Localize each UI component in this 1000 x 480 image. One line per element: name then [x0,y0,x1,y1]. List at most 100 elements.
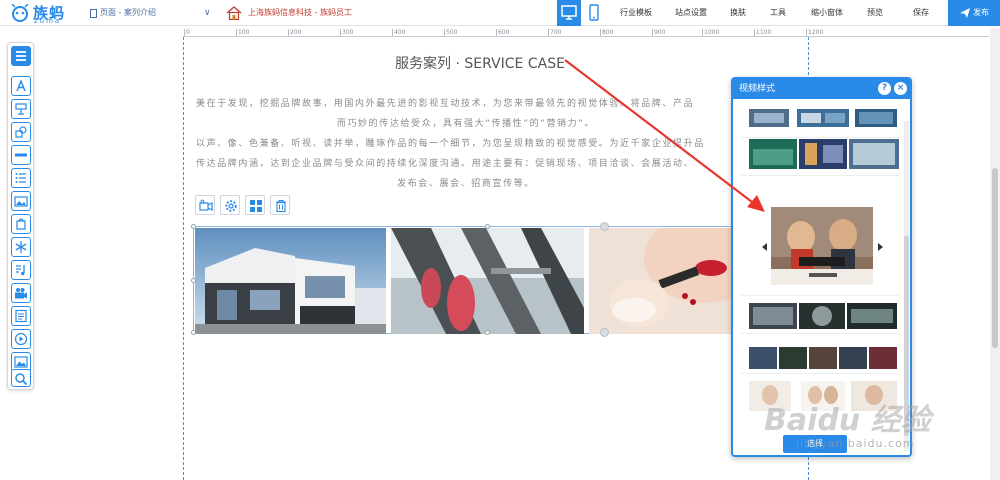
ruler-tick: 1000 [701,29,720,36]
tool-list-items[interactable] [11,168,31,188]
intro-paragraph-line[interactable]: 发布会、展会、招商宣传等。 [196,176,736,189]
menu-site-settings[interactable]: 站点设置 [667,0,715,26]
row-divider [741,333,899,334]
site-name-label: 上海族蚂信息科技 - 族蚂员工 [248,8,352,17]
tool-list[interactable] [11,46,31,66]
row-divider [741,137,899,138]
tool-divider[interactable] [11,145,31,165]
help-icon[interactable]: ? [878,82,891,95]
confirm-button[interactable]: 选择 [783,435,847,453]
chevron-down-icon: ∨ [204,8,211,18]
shapes-icon [15,126,27,138]
menu-save[interactable]: 保存 [906,0,936,26]
ruler-tick: 1200 [805,29,824,36]
intro-paragraph-line[interactable]: 而巧妙的传达给受众，具有强大“传播性”的“营销力”。 [196,116,736,129]
play-circle-icon [14,332,28,346]
tool-video[interactable] [11,283,31,303]
gallery-image-house[interactable] [195,228,386,334]
page-scrollbar[interactable] [990,28,1000,480]
menu-shrink-window[interactable]: 缩小窗体 [803,0,851,26]
tool-form[interactable] [11,306,31,326]
resize-handle[interactable] [485,224,490,229]
ruler: 0 100 200 300 400 500 600 700 800 900 10… [183,28,989,37]
resize-handle[interactable] [191,330,196,335]
divider-icon [15,153,27,157]
bullet-list-icon [15,173,26,183]
tool-effects[interactable] [11,237,31,257]
menu-preview[interactable]: 预览 [860,0,890,26]
form-icon [15,309,27,323]
gallery-image-bars[interactable] [391,228,584,334]
top-bar: 族蚂 zuma 页面 - 案列介绍 ∨ 上海族蚂信息科技 - 族蚂员工 行业模板… [0,0,1000,26]
panel-scrollbar[interactable] [904,121,909,451]
resize-handle-top[interactable] [600,222,609,231]
gear-icon [225,200,237,212]
panel-header[interactable]: 视频样式 ? × [733,79,910,99]
monitor-icon [561,5,577,20]
tool-music[interactable] [11,260,31,280]
scrollbar-thumb[interactable] [992,168,998,348]
resize-handle[interactable] [191,224,196,229]
ruler-tick: 400 [391,29,406,36]
paper-plane-icon [960,8,970,18]
settings-button[interactable] [220,195,240,215]
logo-subtext: zuma [34,17,62,25]
next-arrow-icon[interactable] [878,243,883,251]
tool-text[interactable] [11,76,31,96]
tool-search[interactable] [11,369,31,387]
section-title[interactable]: 服务案列 · SERVICE CASE [350,53,610,73]
intro-paragraph-line[interactable]: 以声、像、色兼备、听视、读并举，雕琢作品的每一个细节，为您呈现精致的视觉感受。为… [196,136,736,149]
trash-icon [276,199,286,213]
delete-button[interactable] [270,195,290,215]
music-icon [16,265,25,276]
mobile-view-button[interactable] [582,0,606,26]
ruler-tick: 600 [495,29,510,36]
intro-paragraph-line[interactable]: 传达品牌内涵，达到企业品牌与受众间的持续化深度沟通。用途主要有：促销现场、项目洽… [196,156,736,169]
panel-body [733,99,910,455]
grid-icon [250,200,262,212]
gallery-image-lipstick[interactable] [589,228,753,334]
resize-handle[interactable] [485,330,490,335]
ruler-tick: 200 [287,29,302,36]
menu-skin[interactable]: 换肤 [723,0,753,26]
publish-label: 发布 [973,8,989,17]
desktop-view-button[interactable] [557,0,581,26]
video-camera-icon [199,199,213,211]
search-icon [15,373,28,386]
video-settings-button[interactable] [195,195,215,215]
panel-scrollbar-thumb[interactable] [904,236,909,436]
page-select[interactable]: 页面 - 案列介绍 ∨ [90,4,218,22]
ruler-tick: 300 [339,29,354,36]
tool-player[interactable] [11,329,31,349]
ruler-tick: 700 [547,29,562,36]
text-icon [16,79,26,92]
publish-button[interactable]: 发布 [948,0,1000,26]
featured-video-style[interactable] [771,207,873,285]
ruler-tick: 500 [443,29,458,36]
gallery-icon [14,196,28,207]
menu-industry-templates[interactable]: 行业模板 [612,0,660,26]
intro-paragraph-line[interactable]: 美在于发现，挖掘品牌故事，用国内外最先进的影视互动技术，为您来带最领先的视觉体验… [196,96,736,109]
tool-shape[interactable] [11,122,31,142]
ruler-tick: 800 [599,29,614,36]
tool-layout[interactable] [11,99,31,119]
prev-arrow-icon[interactable] [762,243,767,251]
component-toolbar [7,42,34,390]
editor-window: 族蚂 zuma 页面 - 案列介绍 ∨ 上海族蚂信息科技 - 族蚂员工 行业模板… [0,0,1000,480]
tool-shop[interactable] [11,214,31,234]
snowflake-icon [15,241,27,253]
image-gallery[interactable] [191,222,753,337]
ruler-tick: 0 [184,29,190,36]
ruler-tick: 900 [651,29,666,36]
logo[interactable]: 族蚂 zuma [10,2,80,25]
bag-icon [16,218,26,230]
tool-gallery[interactable] [11,191,31,211]
resize-handle-bottom[interactable] [600,328,609,337]
resize-handle[interactable] [191,278,196,283]
video-style-panel: 视频样式 ? × 选择 [731,77,912,457]
layout-button[interactable] [245,195,265,215]
ruler-tick: 100 [235,29,250,36]
close-icon[interactable]: × [894,82,907,95]
menu-tools[interactable]: 工具 [763,0,793,26]
row-divider [741,175,899,176]
